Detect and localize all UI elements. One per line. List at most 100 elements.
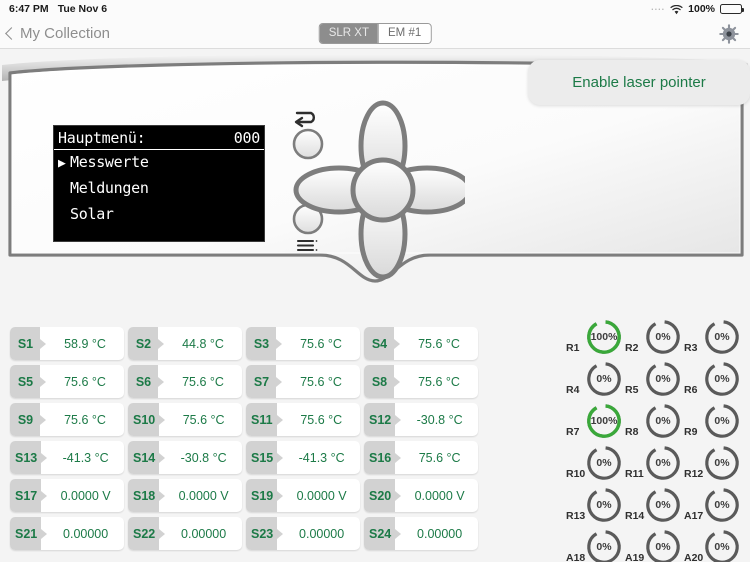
relay-percent: 0% <box>714 331 730 343</box>
sensor-value: 75.6 °C <box>300 412 343 427</box>
sensor-value: 0.00000 <box>417 526 463 541</box>
sensor-label: S4 <box>364 327 394 360</box>
sensor-cell[interactable]: S21 0.00000 <box>10 517 124 550</box>
sensor-cell[interactable]: S5 75.6 °C <box>10 365 124 398</box>
sensor-label: S15 <box>246 441 278 474</box>
relay-gauge[interactable]: 0% R12 <box>684 444 743 482</box>
sensor-cell[interactable]: S9 75.6 °C <box>10 403 124 436</box>
sensor-value: 0.00000 <box>299 526 345 541</box>
sensor-cell[interactable]: S12 -30.8 °C <box>364 403 478 436</box>
sensor-label: S13 <box>10 441 42 474</box>
sensor-value: 75.6 °C <box>418 374 460 389</box>
sensor-cell[interactable]: S19 0.0000 V <box>246 479 360 512</box>
relay-gauge[interactable]: 0% A17 <box>684 486 743 524</box>
sensor-cell[interactable]: S23 0.00000 <box>246 517 360 550</box>
relay-label: R8 <box>625 426 639 438</box>
relay-percent: 0% <box>596 457 612 469</box>
segment-em-1[interactable]: EM #1 <box>378 23 431 43</box>
sensor-cell[interactable]: S15 -41.3 °C <box>246 441 360 474</box>
sensor-label: S9 <box>10 403 40 436</box>
enable-laser-pointer-button[interactable]: Enable laser pointer <box>528 60 750 105</box>
relay-gauge[interactable]: 100% R7 <box>566 402 625 440</box>
relay-gauge[interactable]: 0% R9 <box>684 402 743 440</box>
relay-gauge[interactable]: 0% R11 <box>625 444 684 482</box>
sensor-label: S18 <box>128 479 160 512</box>
sensor-label: S1 <box>10 327 40 360</box>
segment-slr-xt[interactable]: SLR XT <box>319 23 379 43</box>
relay-gauge[interactable]: 0% A19 <box>625 528 684 562</box>
relay-label: R10 <box>566 468 586 480</box>
relay-percent: 0% <box>655 415 671 427</box>
sensor-cell[interactable]: S17 0.0000 V <box>10 479 124 512</box>
relay-label: R2 <box>625 342 639 354</box>
back-button-label: My Collection <box>20 24 111 42</box>
sensor-cell[interactable]: S6 75.6 °C <box>128 365 242 398</box>
relay-gauge[interactable]: 0% R4 <box>566 360 625 398</box>
sensor-cell[interactable]: S1 58.9 °C <box>10 327 124 360</box>
laser-button-label: Enable laser pointer <box>572 74 706 91</box>
sensor-cell[interactable]: S3 75.6 °C <box>246 327 360 360</box>
sensor-label: S22 <box>128 517 160 550</box>
device-segmented-control[interactable]: SLR XT EM #1 <box>318 22 432 44</box>
sensor-cell[interactable]: S22 0.00000 <box>128 517 242 550</box>
relay-label: A17 <box>684 510 704 522</box>
sensor-cell[interactable]: S24 0.00000 <box>364 517 478 550</box>
lcd-menu-item-meldungen[interactable]: Meldungen <box>58 179 260 205</box>
relay-gauge[interactable]: 0% R6 <box>684 360 743 398</box>
relay-gauge[interactable]: 0% R8 <box>625 402 684 440</box>
lcd-menu-item-solar[interactable]: Solar <box>58 205 260 231</box>
lcd-menu-item-label: Solar <box>70 205 114 223</box>
sensor-value: -30.8 °C <box>180 450 227 465</box>
sensor-label: S19 <box>246 479 278 512</box>
relay-percent: 0% <box>714 415 730 427</box>
relay-gauge[interactable]: 0% R10 <box>566 444 625 482</box>
sensor-label: S17 <box>10 479 42 512</box>
app-root: 6:47 PM Tue Nov 6 .... 100% My Collectio… <box>0 0 750 562</box>
sensor-label: S5 <box>10 365 40 398</box>
relay-label: R6 <box>684 384 698 396</box>
relay-percent: 0% <box>714 373 730 385</box>
lcd-menu-item-messwerte[interactable]: ▶ Messwerte <box>58 153 260 179</box>
back-to-collection-button[interactable]: My Collection <box>5 24 111 42</box>
lcd-selection-caret-icon: ▶ <box>58 156 66 171</box>
sensor-cell[interactable]: S14 -30.8 °C <box>128 441 242 474</box>
sensor-cell[interactable]: S7 75.6 °C <box>246 365 360 398</box>
relay-gauge[interactable]: 0% R3 <box>684 318 743 356</box>
round-button-back <box>292 128 324 160</box>
relay-gauge[interactable]: 0% R14 <box>625 486 684 524</box>
relay-gauge[interactable]: 0% R5 <box>625 360 684 398</box>
sensor-cell[interactable]: S18 0.0000 V <box>128 479 242 512</box>
undo-arrow-icon <box>294 111 315 128</box>
relay-gauge[interactable]: 0% A20 <box>684 528 743 562</box>
sensor-cell[interactable]: S2 44.8 °C <box>128 327 242 360</box>
sensor-cell[interactable]: S13 -41.3 °C <box>10 441 124 474</box>
sensor-cell[interactable]: S10 75.6 °C <box>128 403 242 436</box>
relay-label: R7 <box>566 426 580 438</box>
relay-percent: 0% <box>714 457 730 469</box>
relay-percent: 0% <box>596 373 612 385</box>
gear-icon[interactable] <box>718 23 740 45</box>
device-controls <box>275 99 473 280</box>
relay-gauge[interactable]: 0% R13 <box>566 486 625 524</box>
status-date: Tue Nov 6 <box>57 3 108 15</box>
relay-gauge[interactable]: 0% A18 <box>566 528 625 562</box>
sensor-label: S8 <box>364 365 394 398</box>
sensor-cell[interactable]: S20 0.0000 V <box>364 479 478 512</box>
relay-gauge[interactable]: 0% R2 <box>625 318 684 356</box>
relay-percent: 100% <box>590 415 618 427</box>
relay-label: R9 <box>684 426 698 438</box>
sensor-value: 75.6 °C <box>418 336 460 351</box>
sensor-cell[interactable]: S8 75.6 °C <box>364 365 478 398</box>
relay-gauge[interactable]: 100% R1 <box>566 318 625 356</box>
sensor-cell[interactable]: S16 75.6 °C <box>364 441 478 474</box>
wifi-icon <box>670 4 683 15</box>
lcd-menu-list: ▶ Messwerte Meldungen Solar <box>54 150 264 231</box>
relay-label: R13 <box>566 510 586 522</box>
sensor-cell[interactable]: S4 75.6 °C <box>364 327 478 360</box>
sensor-value: 75.6 °C <box>418 450 461 465</box>
sensor-cell[interactable]: S11 75.6 °C <box>246 403 360 436</box>
nav-bar: My Collection SLR XT EM #1 <box>0 18 750 49</box>
sensor-label: S20 <box>364 479 396 512</box>
device-lcd-screen[interactable]: Hauptmenü: 000 ▶ Messwerte Meldungen Sol… <box>53 125 265 242</box>
relay-percent: 0% <box>655 373 671 385</box>
